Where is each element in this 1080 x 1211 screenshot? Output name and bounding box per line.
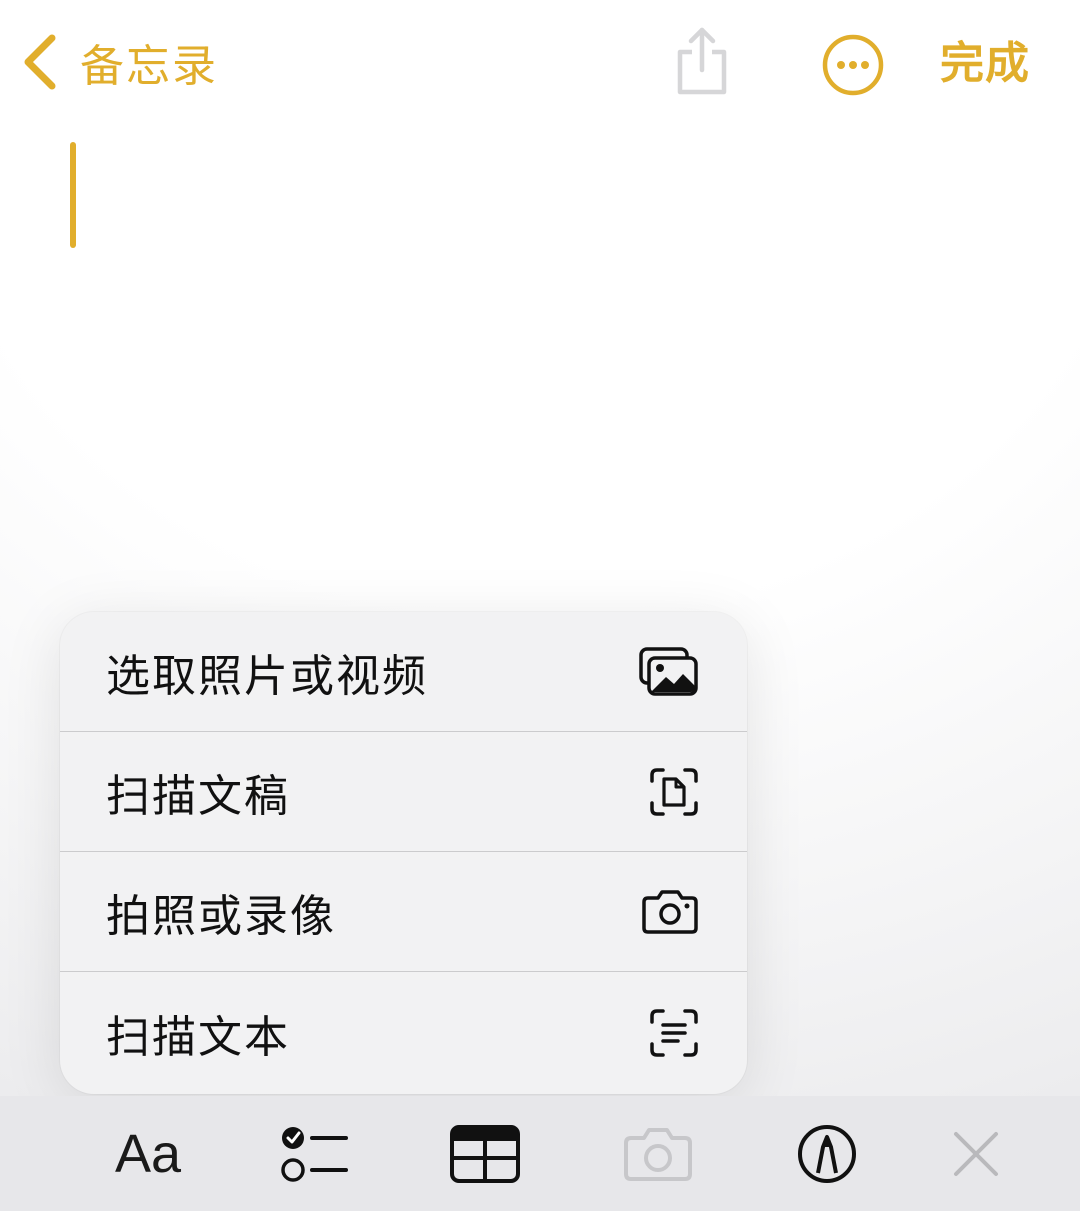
share-button[interactable] <box>672 26 732 96</box>
menu-item-take-photo-video[interactable]: 拍照或录像 <box>60 852 747 972</box>
done-button[interactable]: 完成 <box>940 34 1030 94</box>
menu-item-label: 选取照片或视频 <box>106 650 428 702</box>
document-scan-icon <box>649 767 699 817</box>
menu-item-label: 扫描文本 <box>106 1012 290 1063</box>
share-icon <box>672 27 732 100</box>
chevron-left-icon <box>22 34 58 90</box>
camera-button[interactable] <box>612 1096 704 1211</box>
attachment-menu: 选取照片或视频 扫描文稿 拍照或录像 扫描文本 <box>60 612 747 1094</box>
formatting-toolbar: Aa <box>0 1096 1080 1211</box>
table-button[interactable] <box>440 1096 530 1211</box>
menu-item-label: 扫描文稿 <box>106 770 290 822</box>
close-icon <box>951 1129 1001 1179</box>
text-cursor <box>70 142 76 248</box>
ellipsis-circle-icon <box>821 34 885 101</box>
photo-library-icon <box>639 646 699 697</box>
markup-pen-icon <box>796 1123 858 1185</box>
back-button[interactable]: 备忘录 <box>22 30 218 94</box>
close-toolbar-button[interactable] <box>934 1096 1018 1211</box>
checklist-button[interactable] <box>270 1096 360 1211</box>
back-label: 备忘录 <box>80 41 218 92</box>
table-icon <box>449 1124 521 1184</box>
checklist-icon <box>280 1123 350 1185</box>
menu-item-label: 拍照或录像 <box>106 890 336 942</box>
camera-icon <box>641 889 699 935</box>
more-button[interactable] <box>821 33 885 97</box>
navigation-bar: 备忘录 完成 <box>0 0 1080 125</box>
text-format-button[interactable]: Aa <box>100 1096 196 1211</box>
camera-icon <box>622 1126 694 1182</box>
markup-button[interactable] <box>782 1096 872 1211</box>
menu-item-scan-documents[interactable]: 扫描文稿 <box>60 732 747 852</box>
menu-item-choose-photo-video[interactable]: 选取照片或视频 <box>60 612 747 732</box>
menu-item-scan-text[interactable]: 扫描文本 <box>60 972 747 1094</box>
text-scan-icon <box>649 1008 699 1058</box>
